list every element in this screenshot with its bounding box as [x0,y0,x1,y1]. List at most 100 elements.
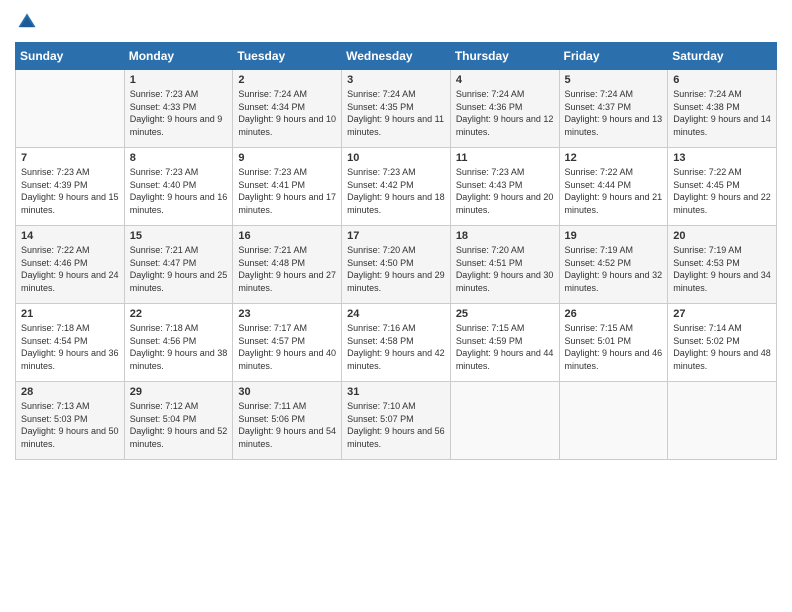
day-info: Sunrise: 7:19 AMSunset: 4:52 PMDaylight:… [565,244,663,294]
day-info: Sunrise: 7:24 AMSunset: 4:37 PMDaylight:… [565,88,663,138]
day-info: Sunrise: 7:23 AMSunset: 4:39 PMDaylight:… [21,166,119,216]
day-cell [450,382,559,460]
header-cell-wednesday: Wednesday [342,43,451,70]
day-cell: 1 Sunrise: 7:23 AMSunset: 4:33 PMDayligh… [124,70,233,148]
day-number: 10 [347,152,445,164]
day-cell: 22 Sunrise: 7:18 AMSunset: 4:56 PMDaylig… [124,304,233,382]
day-cell: 11 Sunrise: 7:23 AMSunset: 4:43 PMDaylig… [450,148,559,226]
day-number: 4 [456,74,554,86]
day-info: Sunrise: 7:23 AMSunset: 4:40 PMDaylight:… [130,166,228,216]
header-cell-monday: Monday [124,43,233,70]
day-number: 29 [130,386,228,398]
day-number: 7 [21,152,119,164]
day-number: 27 [673,308,771,320]
day-cell: 14 Sunrise: 7:22 AMSunset: 4:46 PMDaylig… [16,226,125,304]
day-number: 8 [130,152,228,164]
day-info: Sunrise: 7:17 AMSunset: 4:57 PMDaylight:… [238,322,336,372]
day-info: Sunrise: 7:19 AMSunset: 4:53 PMDaylight:… [673,244,771,294]
day-info: Sunrise: 7:24 AMSunset: 4:34 PMDaylight:… [238,88,336,138]
day-cell [668,382,777,460]
day-number: 11 [456,152,554,164]
day-cell: 23 Sunrise: 7:17 AMSunset: 4:57 PMDaylig… [233,304,342,382]
day-cell: 16 Sunrise: 7:21 AMSunset: 4:48 PMDaylig… [233,226,342,304]
day-number: 31 [347,386,445,398]
day-info: Sunrise: 7:13 AMSunset: 5:03 PMDaylight:… [21,400,119,450]
day-number: 23 [238,308,336,320]
day-cell: 20 Sunrise: 7:19 AMSunset: 4:53 PMDaylig… [668,226,777,304]
day-cell: 31 Sunrise: 7:10 AMSunset: 5:07 PMDaylig… [342,382,451,460]
day-number: 30 [238,386,336,398]
day-number: 22 [130,308,228,320]
day-info: Sunrise: 7:23 AMSunset: 4:42 PMDaylight:… [347,166,445,216]
logo-icon [15,10,39,34]
day-info: Sunrise: 7:15 AMSunset: 5:01 PMDaylight:… [565,322,663,372]
day-cell [559,382,668,460]
day-info: Sunrise: 7:21 AMSunset: 4:48 PMDaylight:… [238,244,336,294]
day-info: Sunrise: 7:16 AMSunset: 4:58 PMDaylight:… [347,322,445,372]
header [15,10,777,34]
day-cell: 27 Sunrise: 7:14 AMSunset: 5:02 PMDaylig… [668,304,777,382]
day-cell: 24 Sunrise: 7:16 AMSunset: 4:58 PMDaylig… [342,304,451,382]
day-cell: 8 Sunrise: 7:23 AMSunset: 4:40 PMDayligh… [124,148,233,226]
day-cell: 3 Sunrise: 7:24 AMSunset: 4:35 PMDayligh… [342,70,451,148]
day-number: 9 [238,152,336,164]
day-cell: 7 Sunrise: 7:23 AMSunset: 4:39 PMDayligh… [16,148,125,226]
header-row: SundayMondayTuesdayWednesdayThursdayFrid… [16,43,777,70]
week-row-4: 28 Sunrise: 7:13 AMSunset: 5:03 PMDaylig… [16,382,777,460]
day-cell: 21 Sunrise: 7:18 AMSunset: 4:54 PMDaylig… [16,304,125,382]
header-cell-thursday: Thursday [450,43,559,70]
day-number: 25 [456,308,554,320]
day-number: 2 [238,74,336,86]
day-cell: 25 Sunrise: 7:15 AMSunset: 4:59 PMDaylig… [450,304,559,382]
day-cell: 29 Sunrise: 7:12 AMSunset: 5:04 PMDaylig… [124,382,233,460]
day-number: 16 [238,230,336,242]
header-cell-friday: Friday [559,43,668,70]
day-number: 13 [673,152,771,164]
day-number: 15 [130,230,228,242]
day-cell: 12 Sunrise: 7:22 AMSunset: 4:44 PMDaylig… [559,148,668,226]
day-info: Sunrise: 7:15 AMSunset: 4:59 PMDaylight:… [456,322,554,372]
day-cell: 9 Sunrise: 7:23 AMSunset: 4:41 PMDayligh… [233,148,342,226]
day-number: 28 [21,386,119,398]
day-number: 12 [565,152,663,164]
day-cell: 5 Sunrise: 7:24 AMSunset: 4:37 PMDayligh… [559,70,668,148]
day-info: Sunrise: 7:22 AMSunset: 4:45 PMDaylight:… [673,166,771,216]
day-number: 21 [21,308,119,320]
day-number: 20 [673,230,771,242]
day-number: 24 [347,308,445,320]
day-info: Sunrise: 7:10 AMSunset: 5:07 PMDaylight:… [347,400,445,450]
day-number: 17 [347,230,445,242]
day-cell: 19 Sunrise: 7:19 AMSunset: 4:52 PMDaylig… [559,226,668,304]
week-row-3: 21 Sunrise: 7:18 AMSunset: 4:54 PMDaylig… [16,304,777,382]
day-info: Sunrise: 7:20 AMSunset: 4:51 PMDaylight:… [456,244,554,294]
day-cell: 10 Sunrise: 7:23 AMSunset: 4:42 PMDaylig… [342,148,451,226]
week-row-1: 7 Sunrise: 7:23 AMSunset: 4:39 PMDayligh… [16,148,777,226]
header-cell-tuesday: Tuesday [233,43,342,70]
day-number: 6 [673,74,771,86]
day-cell: 13 Sunrise: 7:22 AMSunset: 4:45 PMDaylig… [668,148,777,226]
day-number: 5 [565,74,663,86]
day-info: Sunrise: 7:18 AMSunset: 4:54 PMDaylight:… [21,322,119,372]
day-cell: 4 Sunrise: 7:24 AMSunset: 4:36 PMDayligh… [450,70,559,148]
header-cell-sunday: Sunday [16,43,125,70]
day-info: Sunrise: 7:23 AMSunset: 4:43 PMDaylight:… [456,166,554,216]
day-info: Sunrise: 7:23 AMSunset: 4:41 PMDaylight:… [238,166,336,216]
page-container: SundayMondayTuesdayWednesdayThursdayFrid… [0,0,792,470]
day-info: Sunrise: 7:14 AMSunset: 5:02 PMDaylight:… [673,322,771,372]
week-row-2: 14 Sunrise: 7:22 AMSunset: 4:46 PMDaylig… [16,226,777,304]
day-cell: 18 Sunrise: 7:20 AMSunset: 4:51 PMDaylig… [450,226,559,304]
day-cell: 6 Sunrise: 7:24 AMSunset: 4:38 PMDayligh… [668,70,777,148]
day-info: Sunrise: 7:22 AMSunset: 4:46 PMDaylight:… [21,244,119,294]
day-number: 19 [565,230,663,242]
day-info: Sunrise: 7:12 AMSunset: 5:04 PMDaylight:… [130,400,228,450]
day-cell: 28 Sunrise: 7:13 AMSunset: 5:03 PMDaylig… [16,382,125,460]
day-info: Sunrise: 7:11 AMSunset: 5:06 PMDaylight:… [238,400,336,450]
day-info: Sunrise: 7:21 AMSunset: 4:47 PMDaylight:… [130,244,228,294]
day-number: 14 [21,230,119,242]
day-info: Sunrise: 7:24 AMSunset: 4:38 PMDaylight:… [673,88,771,138]
calendar-table: SundayMondayTuesdayWednesdayThursdayFrid… [15,42,777,460]
day-info: Sunrise: 7:18 AMSunset: 4:56 PMDaylight:… [130,322,228,372]
logo [15,10,43,34]
day-number: 1 [130,74,228,86]
day-cell: 15 Sunrise: 7:21 AMSunset: 4:47 PMDaylig… [124,226,233,304]
